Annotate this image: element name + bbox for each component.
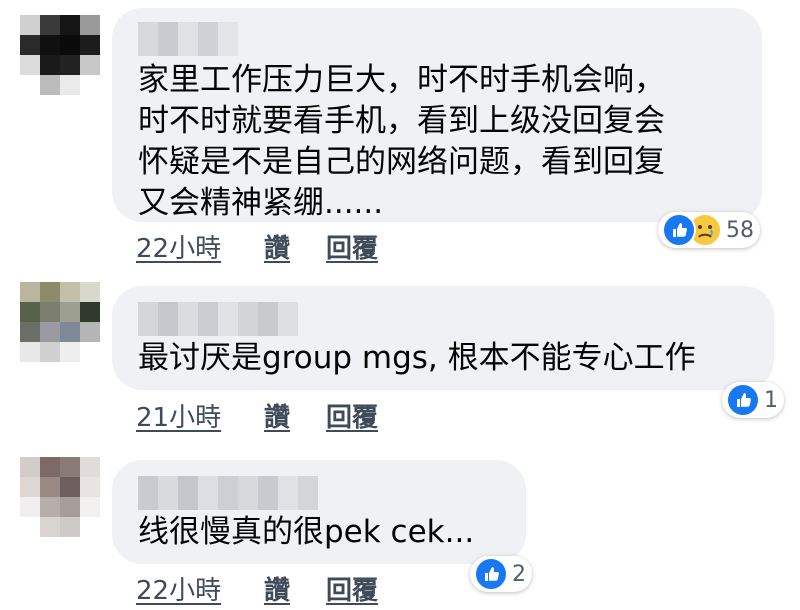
comment-actions: 21小時 讚 回覆 — [136, 397, 378, 434]
comment-actions: 22小時 讚 回覆 — [136, 570, 378, 607]
comment-text: 线很慢真的很pek cek... — [138, 514, 475, 550]
like-button[interactable]: 讚 — [264, 397, 326, 434]
author-name-blurred[interactable] — [138, 476, 318, 510]
reply-button[interactable]: 回覆 — [326, 228, 378, 265]
reply-button[interactable]: 回覆 — [326, 570, 378, 607]
reaction-count: 58 — [726, 217, 754, 243]
avatar[interactable] — [20, 282, 100, 362]
timestamp-link[interactable]: 22小時 — [136, 228, 264, 265]
reaction-summary[interactable]: 1 — [722, 382, 784, 418]
comment-actions: 22小時 讚 回覆 — [136, 228, 378, 265]
timestamp-link[interactable]: 22小時 — [136, 570, 264, 607]
avatar[interactable] — [20, 15, 100, 95]
comment-bubble: 线很慢真的很pek cek... — [112, 460, 526, 564]
comment-bubble: 家里工作压力巨大，时不时手机会响， 时不时就要看手机，看到上级没回复会 怀疑是不… — [112, 8, 762, 222]
reaction-count: 1 — [764, 387, 778, 413]
like-reaction-icon — [662, 213, 696, 247]
reply-button[interactable]: 回覆 — [326, 397, 378, 434]
comment-text: 最讨厌是group mgs, 根本不能专心工作 — [138, 340, 696, 376]
reaction-count: 2 — [512, 561, 526, 587]
like-button[interactable]: 讚 — [264, 570, 326, 607]
reaction-summary[interactable]: 58 — [658, 212, 760, 248]
reaction-summary[interactable]: 2 — [470, 556, 532, 592]
comment-bubble: 最讨厌是group mgs, 根本不能专心工作 — [112, 286, 774, 390]
timestamp-link[interactable]: 21小時 — [136, 397, 264, 434]
like-reaction-icon — [726, 383, 760, 417]
like-reaction-icon — [474, 557, 508, 591]
avatar[interactable] — [20, 457, 100, 537]
author-name-blurred[interactable] — [138, 22, 238, 56]
like-button[interactable]: 讚 — [264, 228, 326, 265]
comment-text: 家里工作压力巨大，时不时手机会响， 时不时就要看手机，看到上级没回复会 怀疑是不… — [138, 62, 665, 221]
author-name-blurred[interactable] — [138, 302, 298, 336]
